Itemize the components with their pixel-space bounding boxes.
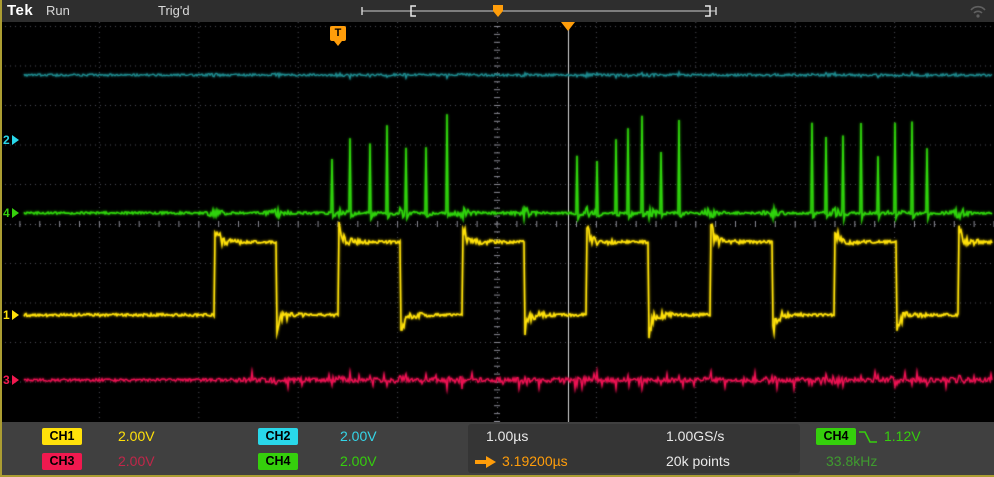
trigger-slope-falling-icon — [859, 431, 877, 443]
trigger-time-flag[interactable]: T — [330, 26, 346, 46]
ch3-marker-arrow-icon — [11, 375, 19, 385]
trigger-level-readout: 1.12V — [884, 428, 921, 444]
trigger-source-badge[interactable]: CH4 — [816, 428, 856, 445]
bezel-edge-left — [0, 0, 2, 477]
ch1-marker-arrow-icon — [11, 310, 19, 320]
record-view-bar[interactable] — [360, 3, 718, 19]
record-trigger-marker-icon[interactable] — [493, 5, 503, 17]
record-length-readout: 20k points — [666, 453, 730, 469]
trigger-status: Trig'd — [158, 3, 190, 18]
top-bar: Tek Run Trig'd — [0, 0, 994, 22]
sample-rate-readout: 1.00GS/s — [666, 428, 725, 444]
ch2-scale: 2.00V — [340, 428, 377, 444]
trigger-time-flag-label: T — [334, 27, 342, 39]
network-status-icon — [970, 5, 986, 18]
timebase-readout[interactable]: 1.00µs — [486, 428, 528, 445]
ch3-badge[interactable]: CH3 — [42, 453, 82, 470]
ch1-position-marker[interactable]: 1 — [3, 308, 19, 322]
readout-bar: CH1 2.00V CH2 2.00V CH3 2.00V CH4 2.00V … — [0, 422, 994, 477]
ch2-position-marker[interactable]: 2 — [3, 133, 19, 147]
ch3-scale: 2.00V — [118, 453, 155, 469]
trigger-frequency-readout: 33.8kHz — [826, 453, 878, 469]
ch1-badge[interactable]: CH1 — [42, 428, 82, 445]
ch4-badge[interactable]: CH4 — [258, 453, 298, 470]
ch2-marker-arrow-icon — [11, 135, 19, 145]
ch4-position-marker[interactable]: 4 — [3, 206, 19, 220]
delay-readout[interactable]: 3.19200µs — [502, 453, 568, 470]
waveform-canvas — [0, 22, 994, 422]
ch2-marker-label: 2 — [3, 133, 10, 147]
ch3-position-marker[interactable]: 3 — [3, 373, 19, 387]
acquisition-status: Run — [46, 3, 70, 18]
oscilloscope-screen: Tek Run Trig'd T 2 4 1 3 CH1 2.00V CH2 2… — [0, 0, 994, 477]
ch1-marker-label: 1 — [3, 308, 10, 322]
ch3-marker-label: 3 — [3, 373, 10, 387]
graticule: T 2 4 1 3 — [0, 22, 994, 422]
ch4-scale: 2.00V — [340, 453, 377, 469]
tek-logo: Tek — [7, 2, 34, 19]
delay-arrow-icon — [475, 456, 496, 468]
ch4-marker-arrow-icon — [11, 208, 19, 218]
trigger-position-marker-icon[interactable] — [561, 22, 575, 31]
ch1-scale: 2.00V — [118, 428, 155, 444]
ch2-badge[interactable]: CH2 — [258, 428, 298, 445]
ch4-marker-label: 4 — [3, 206, 10, 220]
